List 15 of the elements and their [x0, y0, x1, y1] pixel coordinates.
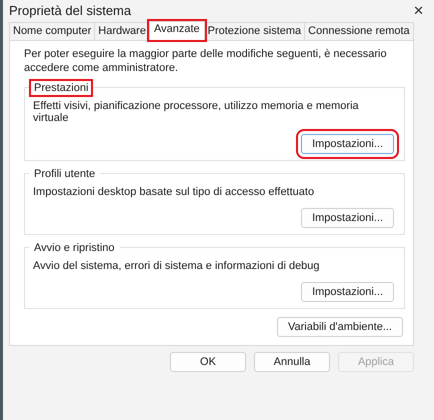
settings-button[interactable]: Impostazioni... — [301, 208, 394, 228]
tab[interactable]: Connessione remota — [304, 22, 414, 40]
settings-button[interactable]: Impostazioni... — [301, 282, 394, 302]
group-description: Avvio del sistema, errori di sistema e informazioni di debug — [33, 260, 321, 272]
dialog-button[interactable]: Annulla — [254, 352, 330, 372]
group-title: Prestazioni — [29, 79, 94, 97]
close-button[interactable]: ✕ — [413, 4, 424, 18]
tab[interactable]: Nome computer — [9, 22, 96, 40]
notice-text: Per poter eseguire la maggior parte delle modifiche seguenti, è necessario accedere come amministratore. — [24, 47, 388, 75]
group-description: Effetti visivi, pianificazione processore, utilizzo memoria e memoria virtuale — [33, 100, 360, 124]
environment-variables-button[interactable]: Variabili d'ambiente... — [276, 317, 403, 337]
dialog-button[interactable]: OK — [170, 352, 246, 372]
group-description: Impostazioni desktop basate sul tipo di accesso effettuato — [33, 186, 316, 198]
tab[interactable]: Avanzate — [148, 21, 205, 40]
window-title: Proprietà del sistema — [9, 4, 132, 18]
